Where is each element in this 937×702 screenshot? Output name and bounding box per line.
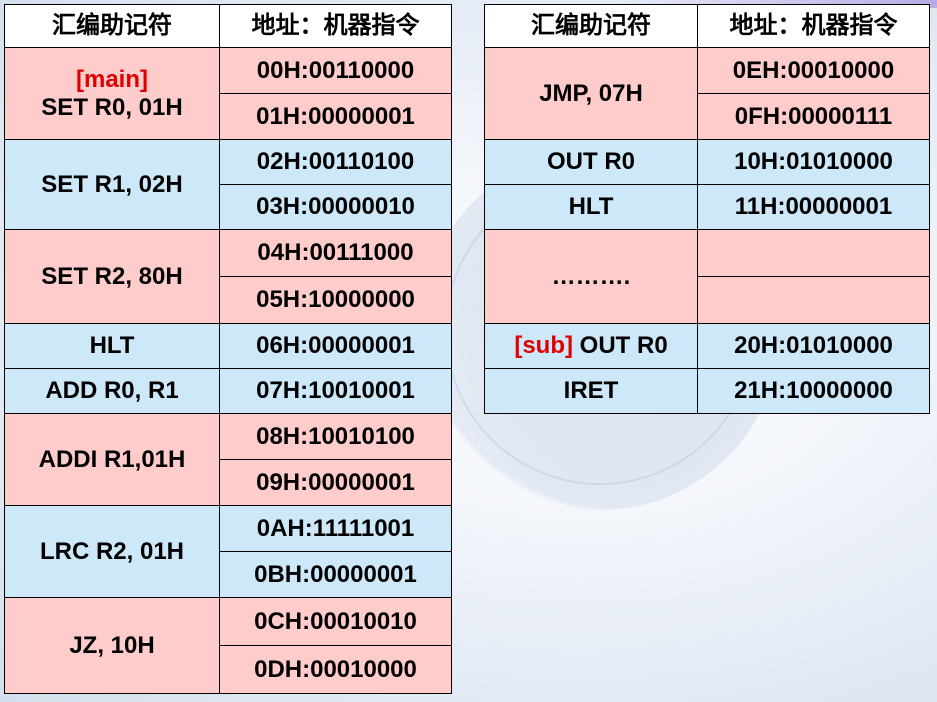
header-mnemonic: 汇编助记符 <box>484 4 698 48</box>
table-row: JMP, 07H 0EH:00010000 <box>484 47 930 140</box>
table-header-row: 汇编助记符 地址：机器指令 <box>4 4 452 48</box>
mnemonic-cell: JMP, 07H <box>484 47 698 140</box>
sub-label: [sub] <box>514 332 573 360</box>
table-row: ADD R0, R1 07H:10010001 <box>4 368 452 414</box>
code-cell: 0BH:00000001 <box>219 551 452 598</box>
table-row: JZ, 10H 0CH:00010010 <box>4 597 452 694</box>
table-row: SET R1, 02H 02H:00110100 <box>4 139 452 230</box>
mnemonic-cell: ADD R0, R1 <box>4 368 220 414</box>
mnemonic-cell: OUT R0 <box>484 139 698 185</box>
code-cell: 0DH:00010000 <box>219 645 452 694</box>
table-row: LRC R2, 01H 0AH:11111001 <box>4 505 452 598</box>
code-cell: 0AH:11111001 <box>219 505 452 552</box>
code-cell: 09H:00000001 <box>219 459 452 506</box>
mnemonic-text: OUT R0 <box>579 332 668 360</box>
table-row: [main] SET R0, 01H 00H:00110000 <box>4 47 452 140</box>
mnemonic-cell: SET R2, 80H <box>4 229 220 324</box>
mnemonic-cell: ………. <box>484 229 698 324</box>
code-cell: 0EH:00010000 <box>697 47 930 94</box>
code-cell: 05H:10000000 <box>219 276 452 324</box>
right-instruction-table: 汇编助记符 地址：机器指令 JMP, 07H 0EH:00010000 0FH:… <box>484 4 930 414</box>
mnemonic-cell: SET R1, 02H <box>4 139 220 230</box>
code-cell: 03H:00000010 <box>219 184 452 230</box>
mnemonic-cell: HLT <box>4 323 220 369</box>
code-cell: 08H:10010100 <box>219 413 452 460</box>
main-label: [main] <box>76 65 148 93</box>
code-cell <box>697 229 930 277</box>
mnemonic-cell: [main] SET R0, 01H <box>4 47 220 140</box>
mnemonic-text: SET R0, 01H <box>41 93 183 121</box>
table-row: ………. <box>484 229 930 324</box>
table-row: SET R2, 80H 04H:00111000 <box>4 229 452 324</box>
code-cell: 00H:00110000 <box>219 47 452 94</box>
code-cell: 02H:00110100 <box>219 139 452 185</box>
mnemonic-cell: [sub] OUT R0 <box>484 323 698 369</box>
left-instruction-table: 汇编助记符 地址：机器指令 [main] SET R0, 01H 00H:001… <box>4 4 452 694</box>
code-cell: 04H:00111000 <box>219 229 452 277</box>
code-cell: 07H:10010001 <box>219 368 452 414</box>
header-mnemonic: 汇编助记符 <box>4 4 220 48</box>
code-cell: 11H:00000001 <box>697 184 930 230</box>
header-address-code: 地址：机器指令 <box>697 4 930 48</box>
code-cell: 20H:01010000 <box>697 323 930 369</box>
table-row: ADDI R1,01H 08H:10010100 <box>4 413 452 506</box>
mnemonic-cell: JZ, 10H <box>4 597 220 694</box>
code-cell: 06H:00000001 <box>219 323 452 369</box>
mnemonic-cell: HLT <box>484 184 698 230</box>
code-cell: 10H:01010000 <box>697 139 930 185</box>
table-row: [sub] OUT R0 20H:01010000 <box>484 323 930 369</box>
table-header-row: 汇编助记符 地址：机器指令 <box>484 4 930 48</box>
mnemonic-cell: ADDI R1,01H <box>4 413 220 506</box>
header-address-code: 地址：机器指令 <box>219 4 452 48</box>
table-row: OUT R0 10H:01010000 <box>484 139 930 185</box>
table-row: HLT 06H:00000001 <box>4 323 452 369</box>
table-row: HLT 11H:00000001 <box>484 184 930 230</box>
code-cell: 21H:10000000 <box>697 368 930 414</box>
code-cell: 0FH:00000111 <box>697 93 930 140</box>
mnemonic-cell: LRC R2, 01H <box>4 505 220 598</box>
code-cell: 0CH:00010010 <box>219 597 452 646</box>
code-cell: 01H:00000001 <box>219 93 452 140</box>
table-row: IRET 21H:10000000 <box>484 368 930 414</box>
mnemonic-cell: IRET <box>484 368 698 414</box>
code-cell <box>697 276 930 324</box>
